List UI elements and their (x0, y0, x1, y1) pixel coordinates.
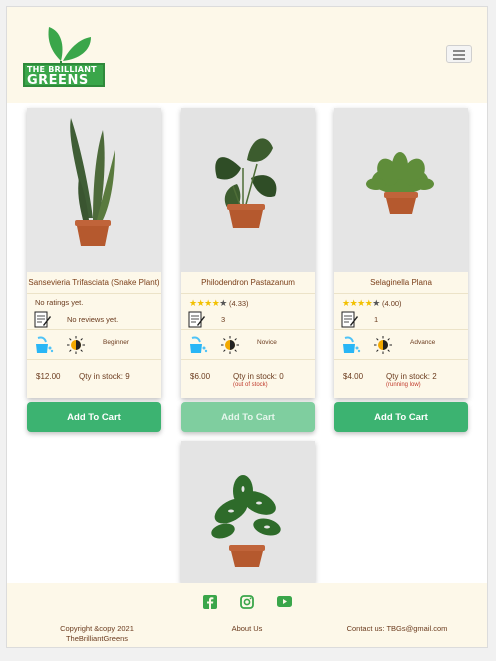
youtube-icon[interactable] (277, 596, 292, 607)
stock-qty: Qty in stock: 9 (79, 372, 130, 381)
page-frame: THE BRILLIANT GREENS Sansevieria Trifasc… (6, 6, 488, 648)
rating-text: (4.33) (228, 299, 249, 308)
product-card (181, 441, 315, 583)
reviews-row: 3 (181, 310, 315, 330)
rating-row: ★★★★★ (4.00) (334, 294, 468, 310)
add-to-cart-button[interactable]: Add To Cart (181, 402, 315, 432)
instagram-icon[interactable] (240, 595, 254, 609)
sunlight-icon (67, 336, 85, 354)
stock-row: $4.00 Qty in stock: 2 (running low) (334, 360, 468, 398)
menu-toggle-button[interactable] (446, 45, 472, 63)
difficulty-level: Novice (257, 339, 277, 346)
product-card: Philodendron Pastazanum ★★★★★ (4.33) 3 N… (181, 108, 315, 398)
selaginella-image (334, 108, 468, 272)
product-name[interactable]: Philodendron Pastazanum (181, 272, 315, 294)
difficulty-level: Advance (410, 339, 436, 346)
sunlight-icon (374, 336, 392, 354)
product-card: Sansevieria Trifasciata (Snake Plant) No… (27, 108, 161, 398)
monstera-image (181, 441, 315, 583)
stock-row: $12.00 Qty in stock: 9 (27, 360, 161, 398)
star-rating: ★★★★★ (189, 298, 227, 308)
stock-qty: Qty in stock: 2 (386, 372, 437, 381)
review-note-icon (188, 311, 205, 328)
star-rating: ★★★★★ (342, 298, 380, 308)
facebook-icon[interactable] (203, 595, 217, 609)
watering-icon (190, 336, 208, 353)
site-footer: Copyright &copy 2021 TheBrilliantGreens … (7, 583, 487, 647)
sunlight-icon (221, 336, 239, 354)
rating-text: No ratings yet. (35, 298, 84, 307)
price: $12.00 (36, 372, 61, 381)
brand-logo[interactable]: THE BRILLIANT GREENS (21, 21, 105, 89)
copyright: Copyright &copy 2021 TheBrilliantGreens (60, 624, 134, 643)
about-us-link[interactable]: About Us (217, 624, 277, 634)
watering-icon (36, 336, 54, 353)
stock-qty: Qty in stock: 0 (233, 372, 284, 381)
brand-line2: GREENS (27, 73, 89, 88)
product-image[interactable] (181, 108, 315, 272)
menu-icon (453, 50, 465, 52)
care-row: Novice (181, 330, 315, 360)
review-note-icon (34, 311, 51, 328)
product-image[interactable] (181, 441, 315, 583)
stock-note: (running low) (386, 382, 421, 388)
snake-plant-image (27, 108, 161, 272)
leaves-icon (48, 27, 91, 65)
rating-text: (4.00) (381, 299, 402, 308)
contact-link[interactable]: Contact us: TBGs@gmail.com (337, 624, 457, 634)
review-note-icon (341, 311, 358, 328)
watering-icon (343, 336, 361, 353)
add-to-cart-button[interactable]: Add To Cart (27, 402, 161, 432)
add-to-cart-button[interactable]: Add To Cart (334, 402, 468, 432)
stock-note: (out of stock) (233, 382, 268, 388)
product-image[interactable] (27, 108, 161, 272)
price: $4.00 (343, 372, 364, 381)
reviews-text: No reviews yet. (67, 315, 119, 324)
stock-row: $6.00 Qty in stock: 0 (out of stock) (181, 360, 315, 398)
product-name[interactable]: Selaginella Plana (334, 272, 468, 294)
care-row: Advance (334, 330, 468, 360)
rating-row: ★★★★★ (4.33) (181, 294, 315, 310)
rating-row: No ratings yet. (27, 294, 161, 310)
reviews-count: 3 (221, 315, 226, 324)
brand-wordmark: THE BRILLIANT GREENS (23, 63, 105, 87)
product-image[interactable] (334, 108, 468, 272)
reviews-count: 1 (374, 315, 379, 324)
product-card: Selaginella Plana ★★★★★ (4.00) 1 Advance… (334, 108, 468, 398)
product-name[interactable]: Sansevieria Trifasciata (Snake Plant) (27, 272, 161, 294)
reviews-row: 1 (334, 310, 468, 330)
care-row: Beginner (27, 330, 161, 360)
price: $6.00 (190, 372, 211, 381)
site-header: THE BRILLIANT GREENS (7, 7, 487, 103)
philodendron-image (181, 108, 315, 272)
difficulty-level: Beginner (103, 339, 130, 346)
reviews-row: No reviews yet. (27, 310, 161, 330)
